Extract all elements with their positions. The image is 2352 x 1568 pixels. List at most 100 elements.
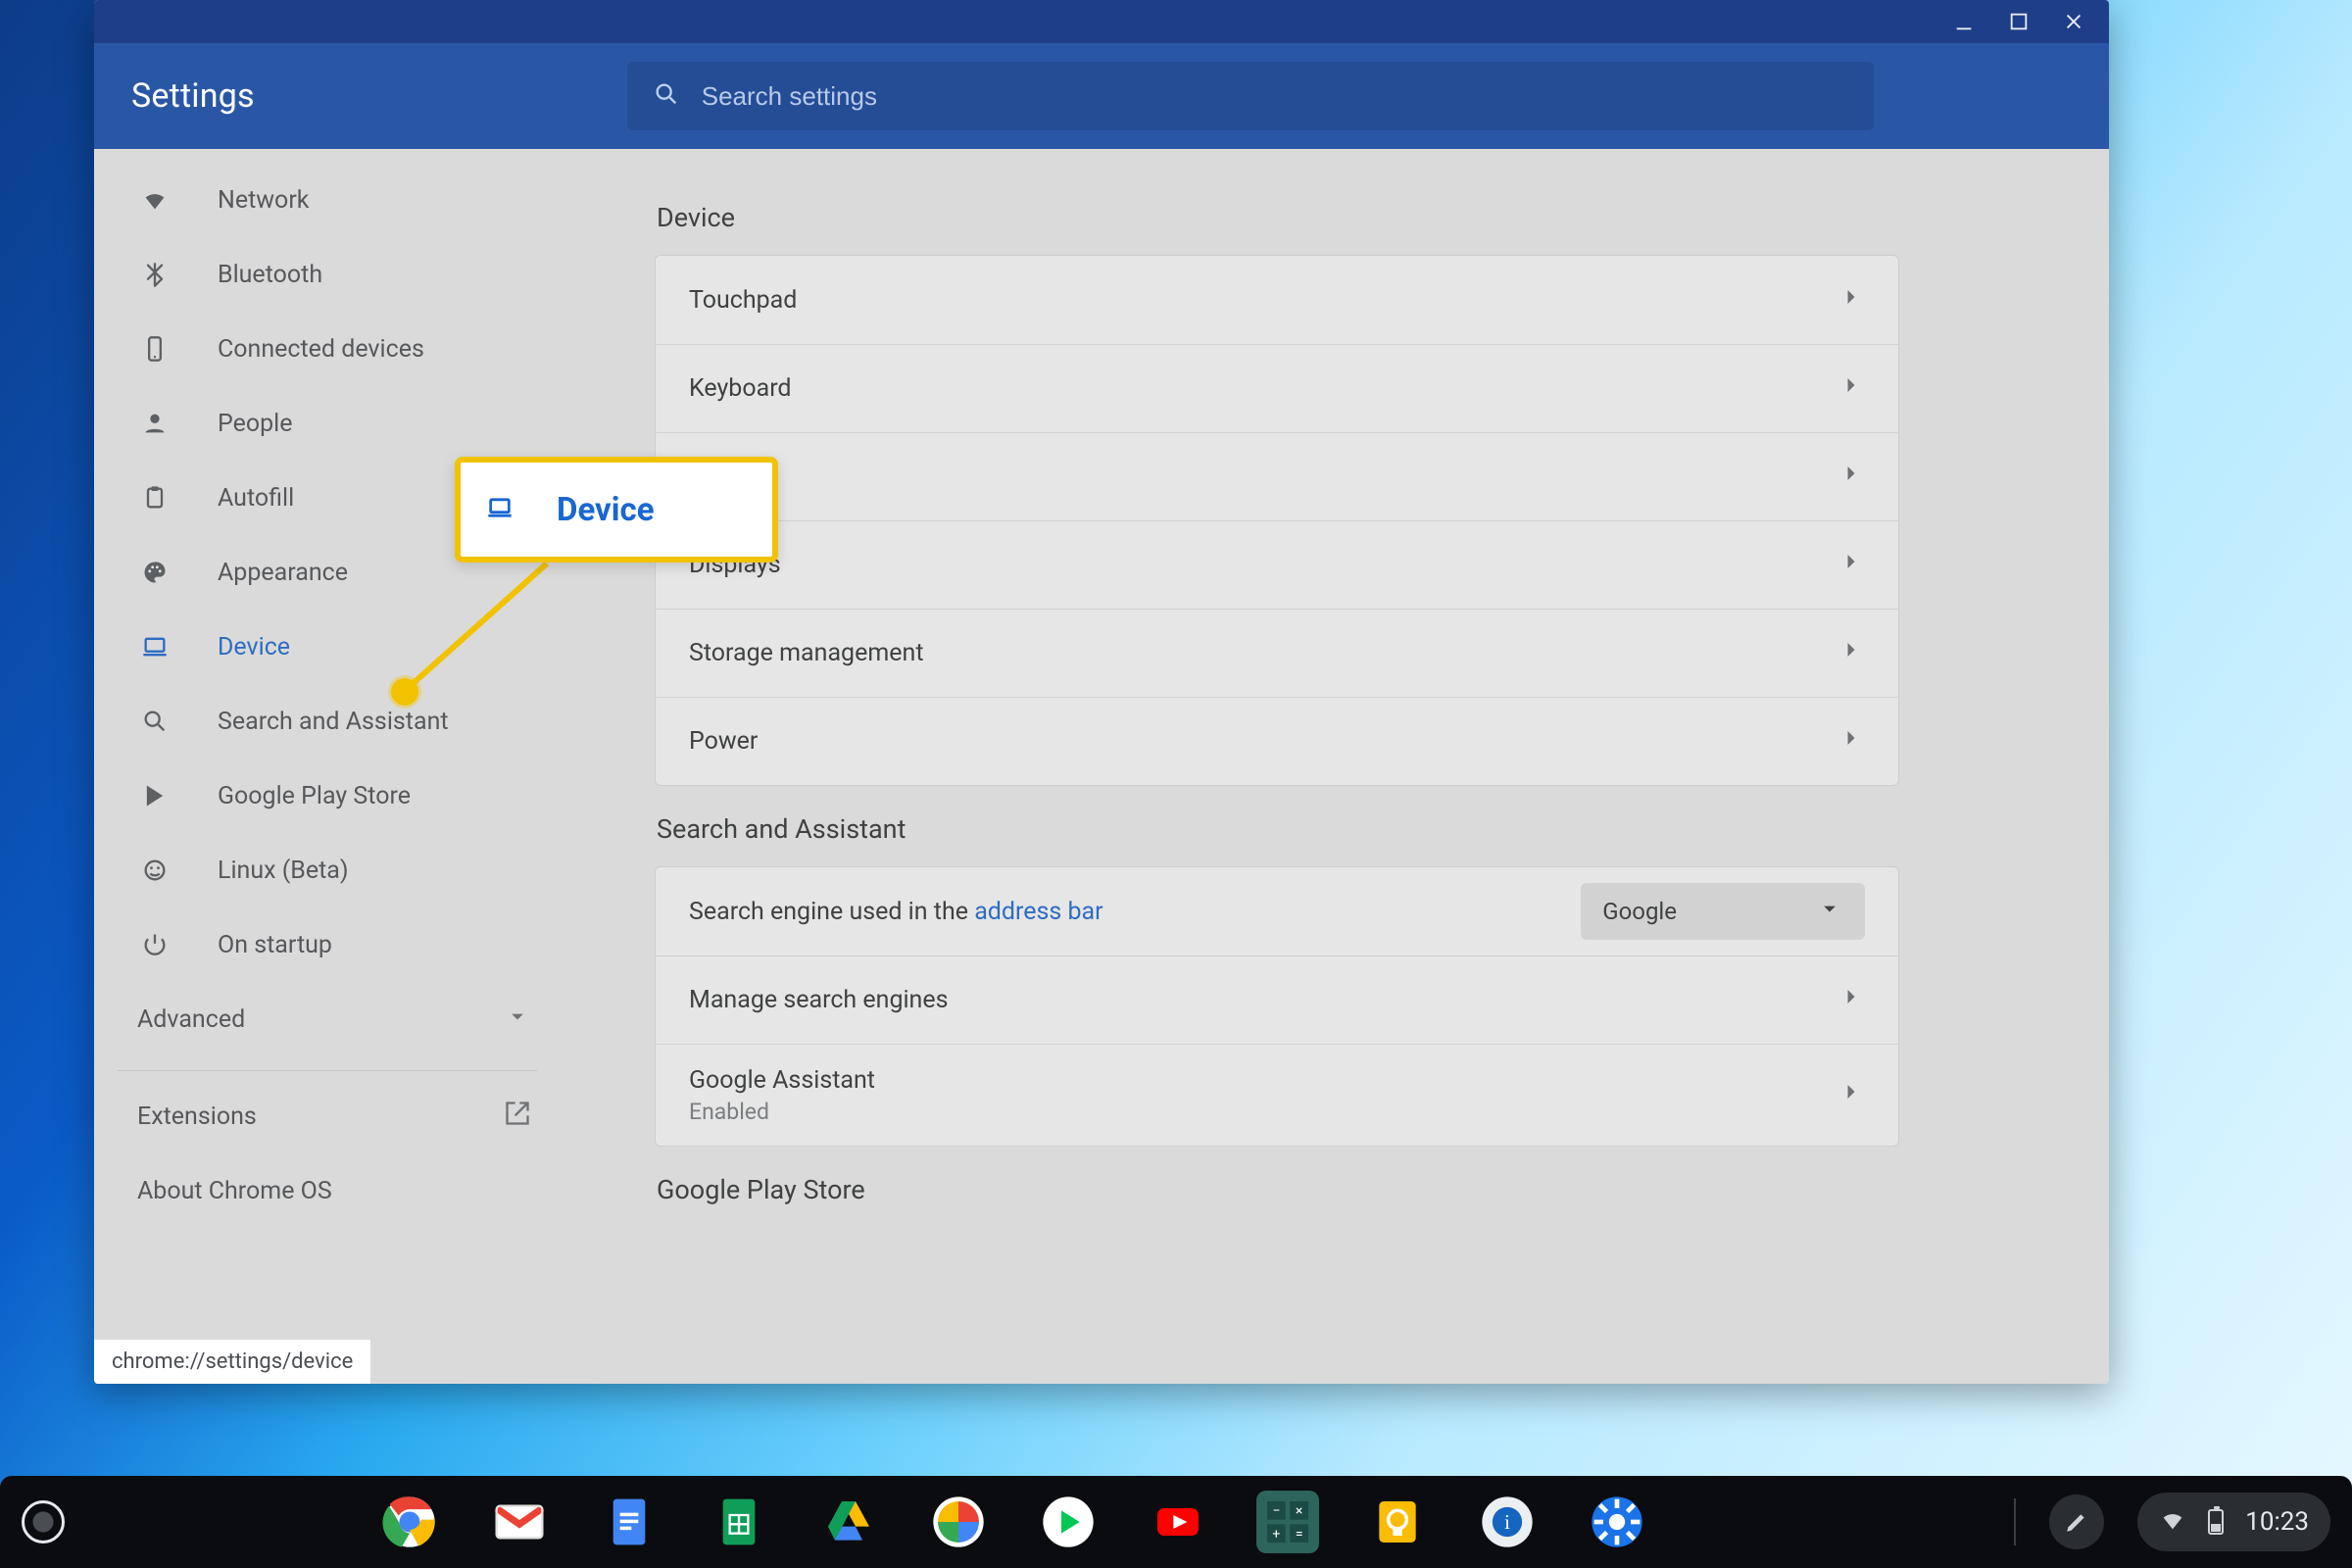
chevron-right-icon [1838, 371, 1865, 406]
advanced-label: Advanced [137, 1005, 245, 1034]
search-engine-select[interactable]: Google [1581, 883, 1865, 940]
sidebar-item-about[interactable]: About Chrome OS [94, 1153, 561, 1228]
sidebar-item-search-assistant[interactable]: Search and Assistant [94, 684, 561, 759]
address-bar-link[interactable]: address bar [974, 898, 1102, 926]
shelf-apps: −×+= i [378, 1491, 1648, 1553]
select-value: Google [1602, 898, 1677, 925]
search-settings[interactable] [627, 62, 1874, 130]
window-close-button[interactable] [2060, 8, 2087, 35]
settings-headerbar: Settings [94, 43, 2109, 149]
search-icon [137, 704, 172, 739]
app-gmail-icon[interactable] [488, 1491, 551, 1553]
sidebar-item-device[interactable]: Device [94, 610, 561, 684]
play-store-icon [137, 778, 172, 813]
linux-icon [137, 853, 172, 888]
app-drive-icon[interactable] [817, 1491, 880, 1553]
launcher-button[interactable] [22, 1500, 65, 1544]
row-subtext: Enabled [689, 1099, 875, 1125]
laptop-icon [486, 494, 514, 525]
row-label: Touchpad [689, 286, 797, 315]
section-title-search-assistant: Search and Assistant [657, 813, 2064, 845]
window-titlebar [94, 0, 2109, 43]
app-youtube-icon[interactable] [1147, 1491, 1209, 1553]
about-label: About Chrome OS [137, 1177, 332, 1205]
app-chrome-icon[interactable] [378, 1491, 441, 1553]
svg-text:×: × [1296, 1503, 1302, 1519]
row-label: Manage search engines [689, 986, 949, 1014]
app-settings-icon[interactable] [1586, 1491, 1648, 1553]
app-photos-icon[interactable] [927, 1491, 990, 1553]
sidebar-item-on-startup[interactable]: On startup [94, 907, 561, 982]
row-label: Storage management [689, 639, 924, 667]
status-url: chrome://settings/device [112, 1349, 353, 1374]
sidebar-item-extensions[interactable]: Extensions [94, 1079, 561, 1153]
settings-window: Settings Network Bluetooth Connected dev… [94, 0, 2109, 1384]
palette-icon [137, 555, 172, 590]
google-assistant-row[interactable]: Google Assistant Enabled [656, 1044, 1898, 1146]
sidebar-item-google-play[interactable]: Google Play Store [94, 759, 561, 833]
sidebar-advanced-toggle[interactable]: Advanced [94, 982, 561, 1056]
app-play-icon[interactable] [1037, 1491, 1100, 1553]
sidebar-item-label: Search and Assistant [218, 708, 449, 736]
app-calculator-icon[interactable]: −×+= [1256, 1491, 1319, 1553]
app-sheets-icon[interactable] [708, 1491, 770, 1553]
shelf-separator [2014, 1498, 2016, 1545]
stylus-tools-button[interactable] [2049, 1494, 2104, 1549]
svg-text:−: − [1272, 1503, 1280, 1519]
chevron-right-icon [1838, 460, 1865, 494]
row-label: Google Assistant [689, 1066, 875, 1095]
sidebar-item-label: Network [218, 186, 309, 215]
sidebar-item-label: Appearance [218, 559, 348, 587]
section-title-play-store: Google Play Store [657, 1174, 2064, 1205]
app-keep-icon[interactable] [1366, 1491, 1429, 1553]
row-label: Keyboard [689, 374, 792, 403]
search-engine-row[interactable]: Search engine used in the address bar Go… [656, 867, 1898, 956]
sidebar-item-label: On startup [218, 931, 332, 959]
wifi-status-icon [2159, 1506, 2186, 1538]
chevron-right-icon [1838, 283, 1865, 318]
status-tray[interactable]: 10:23 [2137, 1493, 2330, 1551]
sidebar-item-linux[interactable]: Linux (Beta) [94, 833, 561, 907]
search-input[interactable] [702, 81, 1848, 112]
device-row-keyboard[interactable]: Keyboard [656, 344, 1898, 432]
sidebar-item-bluetooth[interactable]: Bluetooth [94, 237, 561, 312]
clipboard-icon [137, 480, 172, 515]
app-docs-icon[interactable] [598, 1491, 661, 1553]
row-label: Search engine used in the address bar [689, 898, 1103, 926]
sidebar-item-label: Bluetooth [218, 261, 322, 289]
sidebar-item-people[interactable]: People [94, 386, 561, 461]
chevron-right-icon [1838, 724, 1865, 759]
svg-text:+: + [1272, 1526, 1280, 1542]
sidebar-item-label: Autofill [218, 484, 294, 513]
open-in-new-icon [504, 1100, 531, 1134]
device-row-power[interactable]: Power [656, 697, 1898, 785]
callout-dot [391, 678, 418, 706]
sidebar-item-network[interactable]: Network [94, 163, 561, 237]
person-icon [137, 406, 172, 441]
sidebar-item-connected-devices[interactable]: Connected devices [94, 312, 561, 386]
section-title-device: Device [657, 202, 2064, 233]
window-minimize-button[interactable] [1950, 8, 1978, 35]
manage-search-engines-row[interactable]: Manage search engines [656, 956, 1898, 1044]
bluetooth-icon [137, 257, 172, 292]
device-row-displays[interactable]: Displays [656, 520, 1898, 609]
chevron-right-icon [1838, 983, 1865, 1017]
phone-icon [137, 331, 172, 367]
shelf: −×+= i 10:23 [0, 1476, 2352, 1568]
device-card: Touchpad Keyboard Stylus Displays Storag… [655, 255, 1899, 786]
callout-label: Device [557, 494, 655, 526]
app-info-icon[interactable]: i [1476, 1491, 1539, 1553]
chevron-right-icon [1838, 548, 1865, 582]
window-maximize-button[interactable] [2005, 8, 2033, 35]
sidebar-item-label: Linux (Beta) [218, 857, 349, 885]
search-icon [653, 80, 680, 112]
chevron-right-icon [1838, 1078, 1865, 1112]
sidebar-item-label: Device [218, 633, 290, 662]
settings-title: Settings [131, 76, 255, 116]
device-row-stylus[interactable]: Stylus [656, 432, 1898, 520]
row-label: Power [689, 727, 758, 756]
chevron-down-icon [1816, 895, 1843, 928]
device-row-storage[interactable]: Storage management [656, 609, 1898, 697]
clock: 10:23 [2245, 1507, 2309, 1537]
device-row-touchpad[interactable]: Touchpad [656, 256, 1898, 344]
